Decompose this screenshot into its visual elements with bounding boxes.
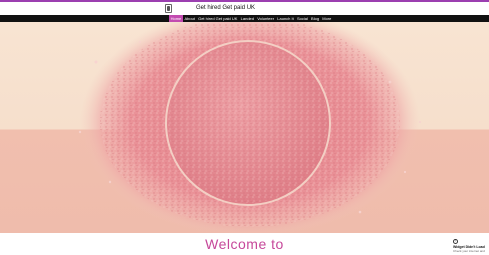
nav-items: Home About Get hired Get paid UK Landed … [169,15,333,22]
nav-item-landed[interactable]: Landed [239,15,256,22]
main-navigation: Home About Get hired Get paid UK Landed … [0,15,489,22]
nav-item-volunteer[interactable]: Volunteer [256,15,276,22]
welcome-heading: Welcome to [205,236,284,252]
hero-image [0,22,489,233]
nav-item-home[interactable]: Home [169,15,183,22]
nav-item-launch-it[interactable]: Launch It [276,15,296,22]
crest-logo-icon[interactable] [165,4,172,13]
nav-item-about[interactable]: About [183,15,197,22]
widget-error-subtitle: Check your internet and [453,249,485,253]
site-header: Get hired Get paid UK [0,2,489,15]
nav-item-get-hired[interactable]: Get hired Get paid UK [197,15,240,22]
hero-powder-illustration [78,22,421,233]
widget-error-notice[interactable]: ! Widget Didn't Load Check your internet… [450,238,489,255]
nav-item-blog[interactable]: Blog [309,15,320,22]
nav-item-social[interactable]: Social [295,15,309,22]
nav-item-more[interactable]: More [321,15,333,22]
warning-icon: ! [453,239,458,244]
site-title[interactable]: Get hired Get paid UK [196,5,255,11]
